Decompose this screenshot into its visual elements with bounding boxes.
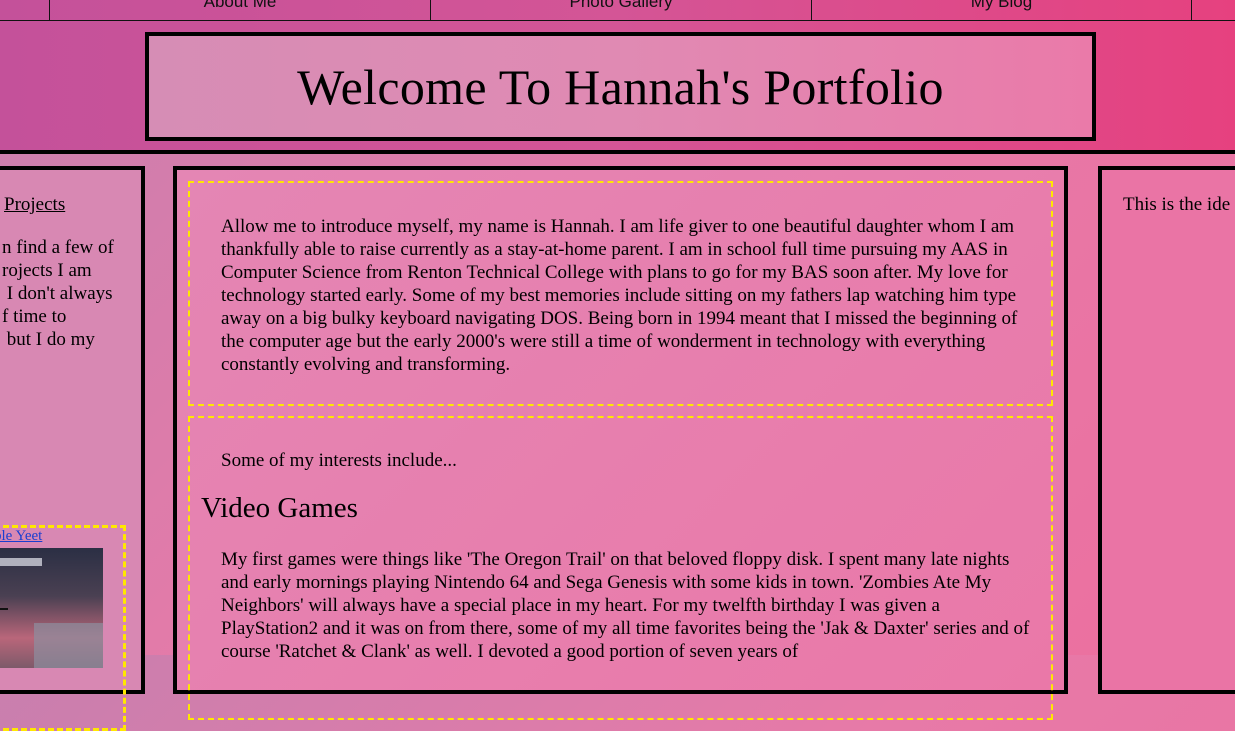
header-divider (0, 150, 1235, 154)
right-sidebar-text: This is the ide (1123, 194, 1231, 215)
thumbnail-hud-bar (0, 558, 42, 566)
project-card: ble Yeet (0, 525, 126, 731)
nav-item-photo-gallery[interactable]: Photo Gallery (431, 0, 811, 12)
page-title: Welcome To Hannah's Portfolio (297, 58, 944, 115)
nav-item-about-me[interactable]: About Me (50, 0, 430, 12)
projects-intro-text: n find a few of rojects I am I don't alw… (2, 237, 114, 350)
top-nav: About Me Photo Gallery My Blog (0, 0, 1235, 21)
about-text: Allow me to introduce myself, my name is… (221, 216, 1018, 375)
left-sidebar: Projects n find a few of rojects I am I … (0, 166, 145, 731)
right-sidebar: This is the ide (1098, 166, 1235, 694)
nav-item-my-blog[interactable]: My Blog (812, 0, 1191, 12)
interests-section: Some of my interests include... Video Ga… (188, 416, 1053, 720)
video-games-text: My first games were things like 'The Ore… (221, 549, 1030, 662)
nav-divider (1191, 0, 1192, 20)
project-link[interactable]: ble Yeet (0, 528, 42, 545)
interests-lead: Some of my interests include... (221, 450, 457, 471)
thumbnail-building (34, 623, 103, 668)
page-title-box: Welcome To Hannah's Portfolio (145, 32, 1096, 141)
main-content: Allow me to introduce myself, my name is… (173, 166, 1068, 720)
about-section: Allow me to introduce myself, my name is… (188, 181, 1053, 406)
thumbnail-marker (0, 608, 8, 610)
projects-link[interactable]: Projects (4, 194, 65, 216)
video-games-heading: Video Games (201, 492, 358, 524)
project-thumbnail[interactable] (0, 548, 103, 668)
